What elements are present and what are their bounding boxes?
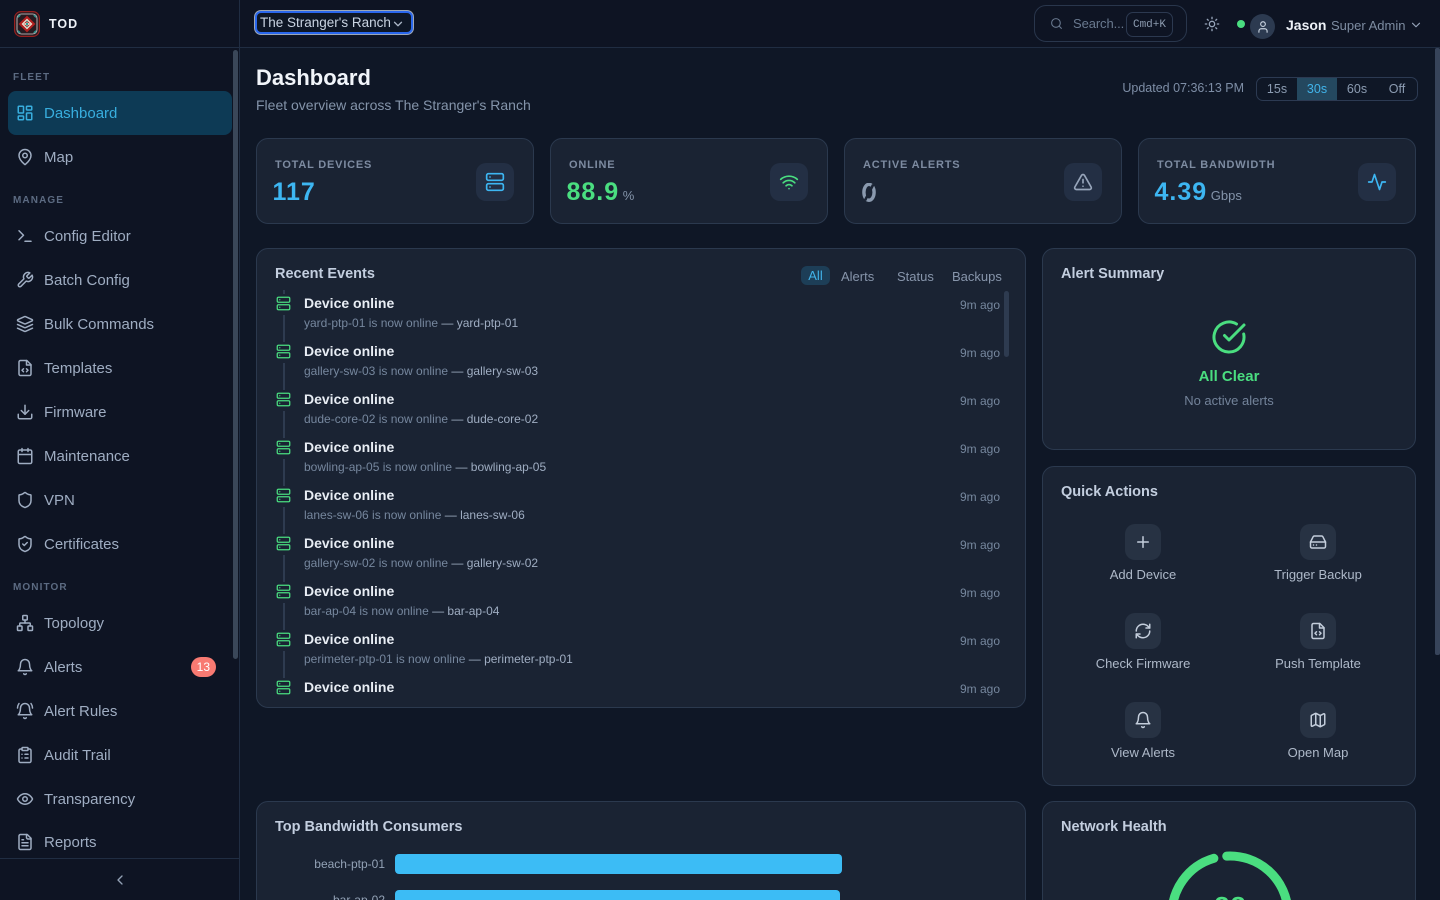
svg-text:88: 88 bbox=[1214, 894, 1246, 900]
